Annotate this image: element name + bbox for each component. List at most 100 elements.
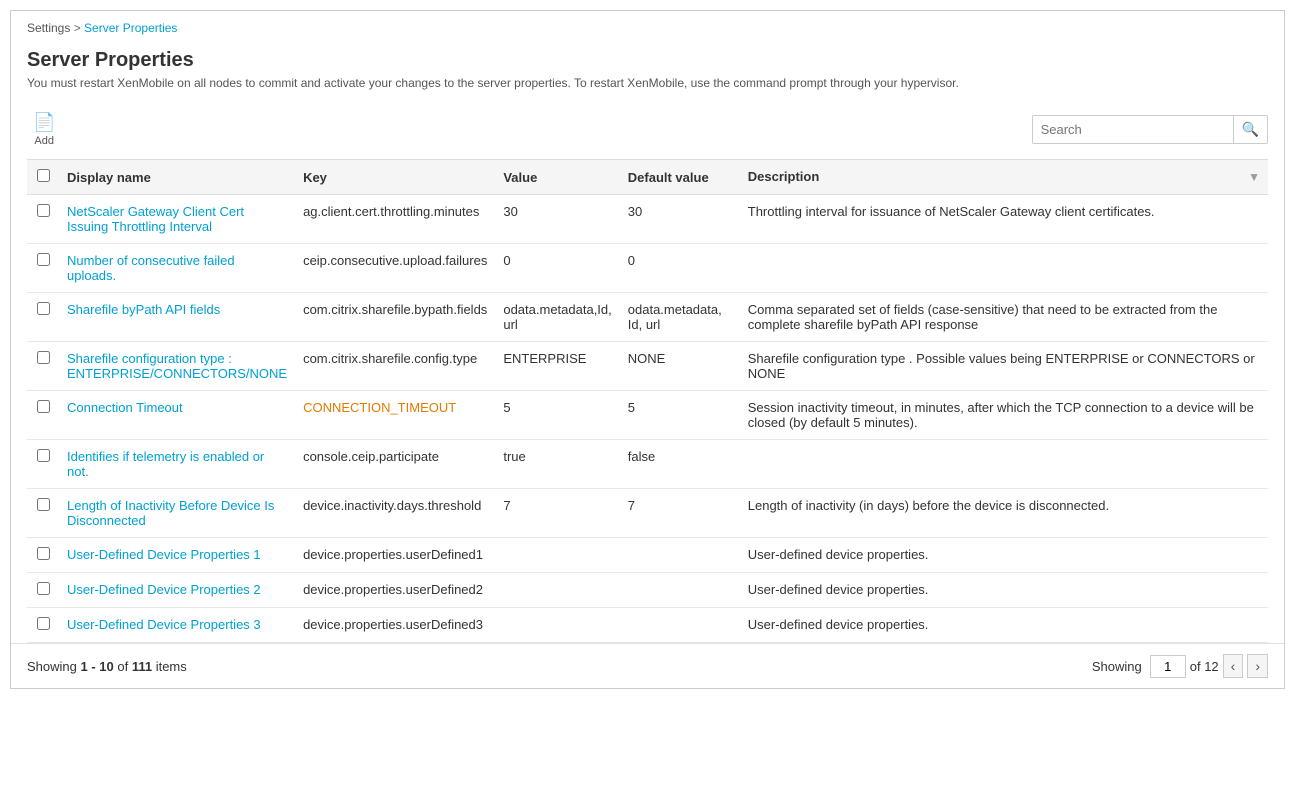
- select-all-checkbox[interactable]: [37, 169, 50, 182]
- row-display-name[interactable]: NetScaler Gateway Client Cert Issuing Th…: [59, 195, 295, 244]
- total-items: 111: [132, 659, 152, 674]
- row-checkbox[interactable]: [37, 617, 50, 630]
- table-row: Number of consecutive failed uploads.cei…: [27, 244, 1268, 293]
- row-default-value: NONE: [620, 342, 740, 391]
- row-checkbox-cell: [27, 391, 59, 440]
- row-checkbox[interactable]: [37, 204, 50, 217]
- breadcrumb-settings[interactable]: Settings: [27, 21, 70, 35]
- search-button[interactable]: 🔍: [1233, 116, 1267, 143]
- row-default-value: 0: [620, 244, 740, 293]
- row-key: ceip.consecutive.upload.failures: [295, 244, 495, 293]
- row-checkbox[interactable]: [37, 449, 50, 462]
- row-display-name[interactable]: User-Defined Device Properties 2: [59, 573, 295, 608]
- row-checkbox[interactable]: [37, 302, 50, 315]
- toolbar: 📄 Add 🔍: [11, 104, 1284, 159]
- table-row: Identifies if telemetry is enabled or no…: [27, 440, 1268, 489]
- row-value: 0: [495, 244, 619, 293]
- row-display-name[interactable]: Identifies if telemetry is enabled or no…: [59, 440, 295, 489]
- row-key: com.citrix.sharefile.config.type: [295, 342, 495, 391]
- row-description: Length of inactivity (in days) before th…: [740, 489, 1268, 538]
- row-checkbox[interactable]: [37, 253, 50, 266]
- breadcrumb-current[interactable]: Server Properties: [84, 21, 177, 35]
- showing-prefix: Showing: [27, 659, 80, 674]
- row-description: [740, 440, 1268, 489]
- prev-page-button[interactable]: ‹: [1223, 654, 1244, 678]
- row-checkbox[interactable]: [37, 547, 50, 560]
- table-row: Connection TimeoutCONNECTION_TIMEOUT55Se…: [27, 391, 1268, 440]
- row-value: odata.metadata,Id, url: [495, 293, 619, 342]
- header-default-value: Default value: [620, 160, 740, 195]
- breadcrumb: Settings > Server Properties: [11, 11, 1284, 41]
- row-default-value: [620, 573, 740, 608]
- row-default-value: 7: [620, 489, 740, 538]
- row-description: Sharefile configuration type . Possible …: [740, 342, 1268, 391]
- row-checkbox-cell: [27, 440, 59, 489]
- sort-icon[interactable]: ▼: [1248, 170, 1260, 184]
- add-label: Add: [34, 135, 54, 147]
- page-showing-label: Showing: [1092, 659, 1142, 674]
- row-default-value: 30: [620, 195, 740, 244]
- page-title: Server Properties: [27, 49, 1268, 72]
- page-header: Server Properties You must restart XenMo…: [11, 41, 1284, 104]
- add-icon: 📄: [33, 112, 55, 133]
- row-checkbox[interactable]: [37, 351, 50, 364]
- row-checkbox-cell: [27, 538, 59, 573]
- header-display-name: Display name: [59, 160, 295, 195]
- row-display-name[interactable]: Number of consecutive failed uploads.: [59, 244, 295, 293]
- table-row: Sharefile configuration type : ENTERPRIS…: [27, 342, 1268, 391]
- header-checkbox-cell: [27, 160, 59, 195]
- properties-table: Display name Key Value Default value Des…: [27, 159, 1268, 643]
- row-description: User-defined device properties.: [740, 573, 1268, 608]
- search-input[interactable]: [1033, 117, 1233, 142]
- row-default-value: false: [620, 440, 740, 489]
- table-body: NetScaler Gateway Client Cert Issuing Th…: [27, 195, 1268, 643]
- row-description: [740, 244, 1268, 293]
- row-key: com.citrix.sharefile.bypath.fields: [295, 293, 495, 342]
- row-value: 7: [495, 489, 619, 538]
- row-display-name[interactable]: Connection Timeout: [59, 391, 295, 440]
- row-description: Session inactivity timeout, in minutes, …: [740, 391, 1268, 440]
- breadcrumb-separator: >: [74, 21, 84, 35]
- row-checkbox[interactable]: [37, 582, 50, 595]
- table-row: User-Defined Device Properties 1device.p…: [27, 538, 1268, 573]
- row-checkbox-cell: [27, 489, 59, 538]
- row-default-value: [620, 538, 740, 573]
- row-value: true: [495, 440, 619, 489]
- row-key: device.properties.userDefined2: [295, 573, 495, 608]
- page-container: Settings > Server Properties Server Prop…: [10, 10, 1285, 689]
- row-default-value: odata.metadata, Id, url: [620, 293, 740, 342]
- of-pages-label: of 12: [1190, 659, 1219, 674]
- page-number-input[interactable]: [1150, 655, 1186, 678]
- items-suffix: items: [152, 659, 187, 674]
- add-button[interactable]: 📄 Add: [27, 108, 61, 151]
- row-checkbox-cell: [27, 195, 59, 244]
- footer-showing: Showing 1 - 10 of 111 items: [27, 659, 187, 674]
- row-checkbox[interactable]: [37, 400, 50, 413]
- row-checkbox-cell: [27, 244, 59, 293]
- row-value: [495, 608, 619, 643]
- row-display-name[interactable]: Length of Inactivity Before Device Is Di…: [59, 489, 295, 538]
- next-page-button[interactable]: ›: [1247, 654, 1268, 678]
- row-key: device.properties.userDefined1: [295, 538, 495, 573]
- row-display-name[interactable]: User-Defined Device Properties 3: [59, 608, 295, 643]
- showing-middle: of: [114, 659, 132, 674]
- row-checkbox[interactable]: [37, 498, 50, 511]
- row-checkbox-cell: [27, 573, 59, 608]
- row-value: ENTERPRISE: [495, 342, 619, 391]
- row-checkbox-cell: [27, 342, 59, 391]
- toolbar-left: 📄 Add: [27, 108, 61, 151]
- row-checkbox-cell: [27, 293, 59, 342]
- row-description: Throttling interval for issuance of NetS…: [740, 195, 1268, 244]
- row-display-name[interactable]: User-Defined Device Properties 1: [59, 538, 295, 573]
- row-value: [495, 538, 619, 573]
- header-value: Value: [495, 160, 619, 195]
- row-display-name[interactable]: Sharefile byPath API fields: [59, 293, 295, 342]
- table-row: Sharefile byPath API fieldscom.citrix.sh…: [27, 293, 1268, 342]
- row-checkbox-cell: [27, 608, 59, 643]
- row-value: 30: [495, 195, 619, 244]
- row-description: User-defined device properties.: [740, 608, 1268, 643]
- row-key: CONNECTION_TIMEOUT: [295, 391, 495, 440]
- row-key: device.properties.userDefined3: [295, 608, 495, 643]
- table-header-row: Display name Key Value Default value Des…: [27, 160, 1268, 195]
- row-display-name[interactable]: Sharefile configuration type : ENTERPRIS…: [59, 342, 295, 391]
